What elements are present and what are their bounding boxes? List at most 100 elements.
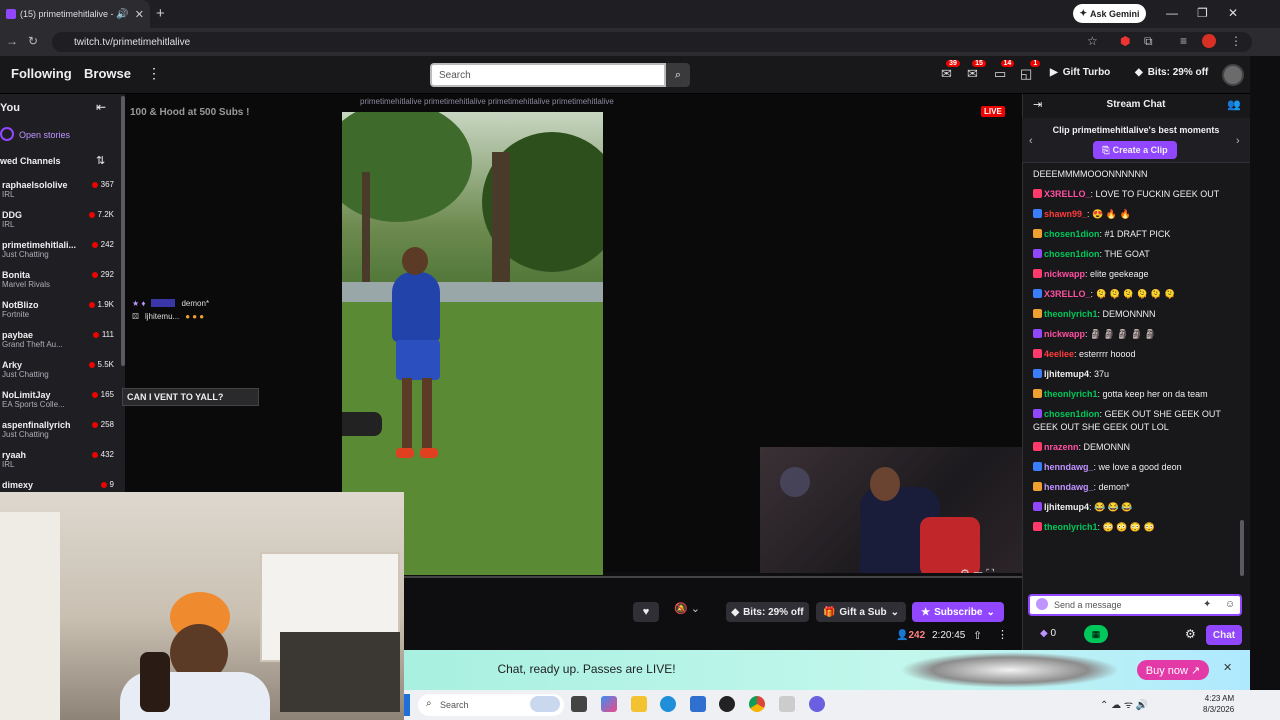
chat-username[interactable]: ljhitemup4: [1044, 502, 1089, 512]
nav-following[interactable]: Following: [11, 66, 72, 81]
chat-message[interactable]: nickwapp: 🗿 🗿 🗿 🗿 🗿: [1033, 328, 1238, 341]
discord-icon[interactable]: [809, 696, 825, 712]
bits-cheer-icon[interactable]: ✦: [1203, 599, 1211, 610]
prev-arrow-icon[interactable]: ‹: [1029, 135, 1033, 147]
ask-gemini-button[interactable]: ✦ Ask Gemini: [1073, 4, 1146, 23]
next-arrow-icon[interactable]: ›: [1236, 135, 1240, 147]
open-stories-link[interactable]: Open stories: [19, 130, 70, 140]
chat-settings-icon[interactable]: ⚙: [1185, 627, 1196, 641]
browser-tab[interactable]: (15) primetimehitlalive - Tw 🔊 ✕: [0, 0, 150, 28]
subscribe-button[interactable]: ★ Subscribe ⌄: [912, 602, 1004, 622]
video-progress-bar[interactable]: [404, 576, 1022, 578]
buy-now-button[interactable]: Buy now ↗: [1137, 660, 1209, 680]
forward-icon[interactable]: →: [6, 34, 18, 48]
chat-message[interactable]: theonlyrich1: DEMONNNN: [1033, 308, 1238, 321]
extensions-puzzle-icon[interactable]: ⧉: [1144, 34, 1153, 49]
sidebar-channel-item[interactable]: raphaelsololive IRL 367: [2, 180, 114, 210]
sidebar-channel-item[interactable]: DDG IRL 7.2K: [2, 210, 114, 240]
close-window-icon[interactable]: ✕: [1228, 6, 1238, 20]
chat-badge-icon[interactable]: [1036, 598, 1048, 610]
sort-icon[interactable]: ⇅: [96, 154, 105, 167]
chat-message[interactable]: chosen1dion: THE GOAT: [1033, 248, 1238, 261]
create-clip-button[interactable]: ⎘ Create a Clip: [1093, 141, 1177, 159]
task-view-icon[interactable]: [571, 696, 587, 712]
system-tray-icons[interactable]: ⌃ ☁ ᯤ 🔊: [1100, 697, 1148, 711]
sidebar-channel-item[interactable]: Bonita Marvel Rivals 292: [2, 270, 114, 300]
nav-browse[interactable]: Browse: [84, 66, 131, 81]
collapse-sidebar-icon[interactable]: ⇤: [96, 100, 106, 114]
chat-username[interactable]: ljhitemup4: [1044, 369, 1089, 379]
channel-points[interactable]: ◆ 0: [1040, 628, 1056, 639]
sidebar-channel-item[interactable]: ryaah IRL 432: [2, 450, 114, 480]
whispers-icon[interactable]: ✉ 15: [967, 60, 986, 82]
chat-message[interactable]: X3RELLO_: LOVE TO FUCKIN GEEK OUT: [1033, 188, 1238, 201]
chat-username[interactable]: shawn99_: [1044, 209, 1087, 219]
chat-username[interactable]: theonlyrich1: [1044, 389, 1098, 399]
start-icon[interactable]: [404, 694, 410, 716]
chat-username[interactable]: theonlyrich1: [1044, 309, 1098, 319]
profile-avatar-icon[interactable]: [1202, 34, 1216, 48]
app-icon[interactable]: [719, 696, 735, 712]
emote-picker-icon[interactable]: ☺: [1225, 599, 1235, 610]
bits-button[interactable]: ◆ Bits: 29% off: [726, 602, 809, 622]
chat-username[interactable]: nrazenn: [1044, 442, 1079, 452]
chat-message[interactable]: theonlyrich1: 😳 😳 😳 😳: [1033, 521, 1238, 534]
notifications-bell-icon[interactable]: 🔕 ⌄: [674, 602, 700, 615]
chat-username[interactable]: theonlyrich1: [1044, 522, 1098, 532]
pass-icon[interactable]: ▦: [1084, 625, 1108, 643]
chrome-icon[interactable]: [749, 696, 765, 712]
chat-message[interactable]: 4eeliee: esterrrr hoood: [1033, 348, 1238, 361]
chat-message[interactable]: X3RELLO_: 🫠 🫠 🫠 🫠 🫠 🫠: [1033, 288, 1238, 301]
chat-scrollbar[interactable]: [1240, 520, 1244, 576]
sidebar-channel-item[interactable]: Arky Just Chatting 5.5K: [2, 360, 114, 390]
sidebar-channel-item[interactable]: primetimehitlali... Just Chatting 242: [2, 240, 114, 270]
sidebar-channel-item[interactable]: NotBlizo Fortnite 1.9K: [2, 300, 114, 330]
edge-icon[interactable]: [660, 696, 676, 712]
chat-send-button[interactable]: Chat: [1206, 625, 1242, 645]
chat-message[interactable]: henndawg_: demon*: [1033, 481, 1238, 494]
chat-username[interactable]: X3RELLO_: [1044, 189, 1091, 199]
activity-icon[interactable]: ◱ 1: [1020, 60, 1041, 82]
chat-username[interactable]: henndawg_: [1044, 462, 1094, 472]
bookmark-star-icon[interactable]: ☆: [1087, 34, 1098, 48]
chat-username[interactable]: chosen1dion: [1044, 409, 1100, 419]
chat-message[interactable]: nickwapp: elite geekeage: [1033, 268, 1238, 281]
chat-username[interactable]: 4eeliee: [1044, 349, 1074, 359]
search-input[interactable]: Search: [430, 63, 666, 87]
store-icon[interactable]: [690, 696, 706, 712]
reload-icon[interactable]: ↻: [28, 34, 38, 48]
minimize-icon[interactable]: —: [1166, 6, 1178, 20]
stories-avatar-icon[interactable]: [0, 127, 14, 141]
restore-icon[interactable]: ❐: [1197, 6, 1208, 20]
more-options-icon[interactable]: ⋮: [997, 628, 1008, 641]
gift-sub-button[interactable]: 🎁 Gift a Sub ⌄: [816, 602, 906, 622]
chat-username[interactable]: chosen1dion: [1044, 249, 1100, 259]
chat-username[interactable]: nickwapp: [1044, 329, 1085, 339]
chat-username[interactable]: X3RELLO_: [1044, 289, 1091, 299]
inbox-icon[interactable]: ✉ 39: [941, 60, 960, 82]
file-explorer-icon[interactable]: [631, 696, 647, 712]
gift-turbo-button[interactable]: ▶ Gift Turbo: [1050, 67, 1110, 78]
extension-icon[interactable]: ⬢: [1120, 34, 1130, 48]
chat-username[interactable]: nickwapp: [1044, 269, 1085, 279]
close-tab-icon[interactable]: ✕: [135, 8, 144, 21]
new-tab-button[interactable]: +: [156, 5, 165, 22]
app-icon[interactable]: [779, 696, 795, 712]
clock[interactable]: 4:23 AM 8/3/2026: [1203, 693, 1234, 715]
chat-message[interactable]: shawn99_: 😍 🔥 🔥: [1033, 208, 1238, 221]
user-avatar[interactable]: [1222, 64, 1244, 86]
chat-message[interactable]: nrazenn: DEMONNN: [1033, 441, 1238, 454]
sidebar-channel-item[interactable]: aspenfinallyrich Just Chatting 258: [2, 420, 114, 450]
reading-list-icon[interactable]: ≡: [1180, 34, 1187, 48]
chat-message[interactable]: ljhitemup4: 😂 😂 😂: [1033, 501, 1238, 514]
chat-username[interactable]: chosen1dion: [1044, 229, 1100, 239]
share-icon[interactable]: ⇧: [973, 629, 982, 642]
chat-message[interactable]: theonlyrich1: gotta keep her on da team: [1033, 388, 1238, 401]
browser-menu-icon[interactable]: ⋮: [1230, 34, 1242, 48]
more-icon[interactable]: ⋮: [147, 65, 161, 82]
address-bar[interactable]: twitch.tv/primetimehitlalive: [52, 32, 1252, 52]
search-icon[interactable]: ⌕: [666, 63, 690, 87]
chat-message[interactable]: chosen1dion: GEEK OUT SHE GEEK OUT GEEK …: [1033, 408, 1238, 434]
sidebar-channel-item[interactable]: paybae Grand Theft Au... 111: [2, 330, 114, 360]
chat-message[interactable]: DEEEMMMMOOONNNNNN: [1033, 168, 1238, 181]
